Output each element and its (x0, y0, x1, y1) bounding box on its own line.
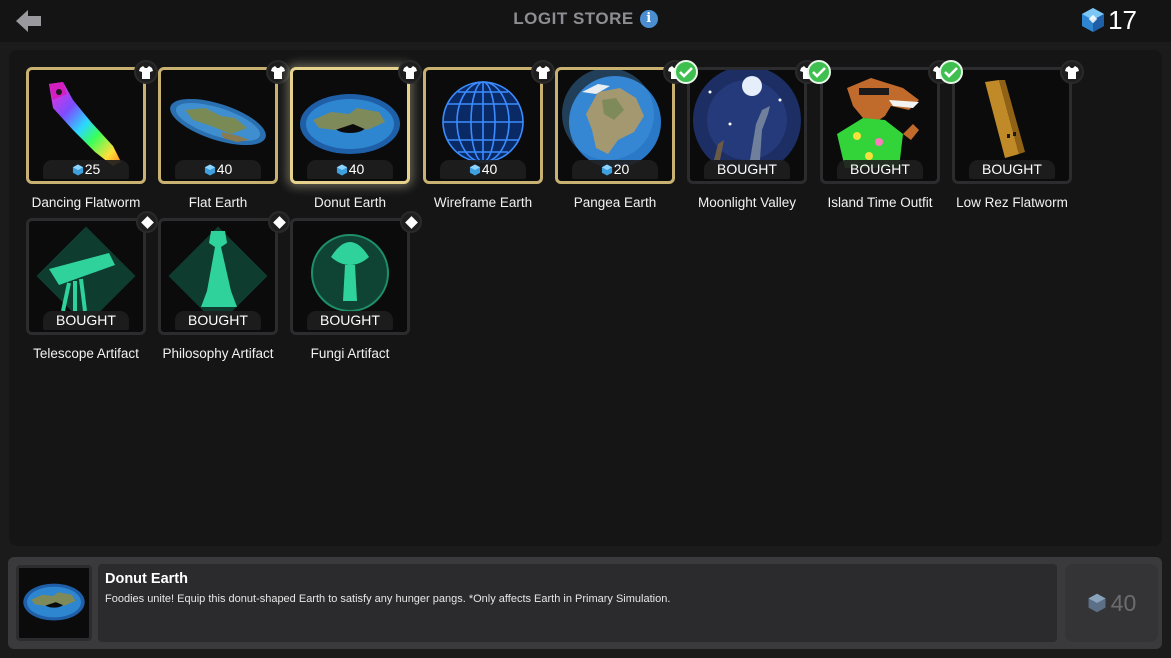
shirt-icon (531, 60, 555, 84)
item-thumbnail: 25 (26, 67, 146, 184)
item-thumbnail: BOUGHT (820, 67, 940, 184)
item-name: Wireframe Earth (433, 195, 533, 210)
store-item-telescope-artifact[interactable]: BOUGHT Telescope Artifact (26, 211, 158, 368)
item-thumbnail: 40 (158, 67, 278, 184)
price-tag: 20 (572, 160, 658, 179)
checkmark-icon (674, 60, 698, 84)
store-item-wireframe-earth[interactable]: 40 Wireframe Earth (423, 60, 555, 217)
selected-item-thumbnail (16, 565, 92, 641)
logit-gem-icon (204, 164, 215, 176)
buy-price: 40 (1110, 589, 1137, 616)
item-name: Pangea Earth (573, 195, 657, 210)
price-value: 40 (481, 161, 498, 177)
store-item-philosophy-artifact[interactable]: BOUGHT Philosophy Artifact (158, 211, 290, 368)
item-thumbnail: BOUGHT (290, 218, 410, 335)
item-name: Island Time Outfit (827, 195, 933, 210)
store-item-dancing-flatworm[interactable]: 25 Dancing Flatworm (26, 60, 158, 217)
store-items-panel: 25 Dancing Flatworm 40 Flat Earth 40 Don… (9, 50, 1162, 546)
price-value: 40 (348, 161, 365, 177)
item-name: Donut Earth (313, 195, 387, 210)
store-item-island-time-outfit[interactable]: BOUGHT Island Time Outfit (807, 60, 952, 217)
bought-label: BOUGHT (850, 161, 910, 177)
store-item-pangea-earth[interactable]: 20 Pangea Earth (555, 60, 687, 217)
shirt-icon (134, 60, 158, 84)
item-name: Low Rez Flatworm (956, 195, 1068, 210)
artifact-diamond-icon (400, 211, 422, 233)
logit-gem-icon (72, 164, 83, 176)
store-item-donut-earth[interactable]: 40 Donut Earth (290, 60, 422, 217)
price-tag: 40 (175, 160, 261, 179)
logit-gem-icon (336, 164, 347, 176)
bought-tag: BOUGHT (43, 311, 129, 330)
logit-balance: 17 (1080, 5, 1137, 35)
bought-tag: BOUGHT (175, 311, 261, 330)
bought-label: BOUGHT (56, 312, 116, 328)
checkmark-icon (807, 60, 831, 84)
bought-tag: BOUGHT (307, 311, 393, 330)
buy-button[interactable]: 40 (1065, 564, 1158, 642)
price-tag: 40 (307, 160, 393, 179)
item-description-panel: Donut Earth Foodies unite! Equip this do… (98, 564, 1057, 642)
item-name: Moonlight Valley (697, 195, 797, 210)
item-name: Philosophy Artifact (162, 346, 274, 361)
item-detail-footer: Donut Earth Foodies unite! Equip this do… (8, 557, 1162, 649)
price-value: 25 (84, 161, 101, 177)
bought-tag: BOUGHT (704, 160, 790, 179)
shirt-icon (398, 60, 422, 84)
top-bar: LOGIT STORE i 17 (0, 0, 1171, 42)
item-name: Fungi Artifact (310, 346, 390, 361)
bought-tag: BOUGHT (837, 160, 923, 179)
price-tag: 40 (440, 160, 526, 179)
info-icon[interactable]: i (639, 10, 658, 28)
item-name: Telescope Artifact (33, 346, 139, 361)
bought-label: BOUGHT (717, 161, 777, 177)
item-name: Flat Earth (188, 195, 248, 210)
item-thumbnail: BOUGHT (952, 67, 1072, 184)
item-thumbnail: 40 (290, 67, 410, 184)
store-item-flat-earth[interactable]: 40 Flat Earth (158, 60, 290, 217)
price-tag: 25 (43, 160, 129, 179)
bought-label: BOUGHT (188, 312, 248, 328)
checkmark-icon (939, 60, 963, 84)
bought-label: BOUGHT (982, 161, 1042, 177)
shirt-icon (1060, 60, 1084, 84)
item-thumbnail: BOUGHT (26, 218, 146, 335)
store-item-fungi-artifact[interactable]: BOUGHT Fungi Artifact (290, 211, 422, 368)
item-name: Dancing Flatworm (31, 195, 141, 210)
logit-gem-icon (1088, 593, 1106, 613)
artifact-diamond-icon (136, 211, 158, 233)
artifact-diamond-icon (268, 211, 290, 233)
logit-gem-icon (469, 164, 480, 176)
item-thumbnail: BOUGHT (687, 67, 807, 184)
store-title-wrap: LOGIT STORE i (0, 9, 1171, 29)
item-thumbnail: BOUGHT (158, 218, 278, 335)
shirt-icon (266, 60, 290, 84)
store-item-moonlight-valley[interactable]: BOUGHT Moonlight Valley (674, 60, 819, 217)
selected-item-title: Donut Earth (105, 571, 188, 587)
selected-item-description: Foodies unite! Equip this donut-shaped E… (105, 593, 671, 605)
price-value: 20 (613, 161, 630, 177)
item-thumbnail: 40 (423, 67, 543, 184)
logit-gem-icon (601, 164, 612, 176)
bought-label: BOUGHT (320, 312, 380, 328)
balance-amount: 17 (1108, 4, 1137, 35)
page-title: LOGIT STORE (513, 9, 634, 28)
store-item-low-rez-flatworm[interactable]: BOUGHT Low Rez Flatworm (939, 60, 1084, 217)
item-thumbnail: 20 (555, 67, 675, 184)
bought-tag: BOUGHT (969, 160, 1055, 179)
logit-gem-icon (1082, 8, 1105, 32)
price-value: 40 (216, 161, 233, 177)
